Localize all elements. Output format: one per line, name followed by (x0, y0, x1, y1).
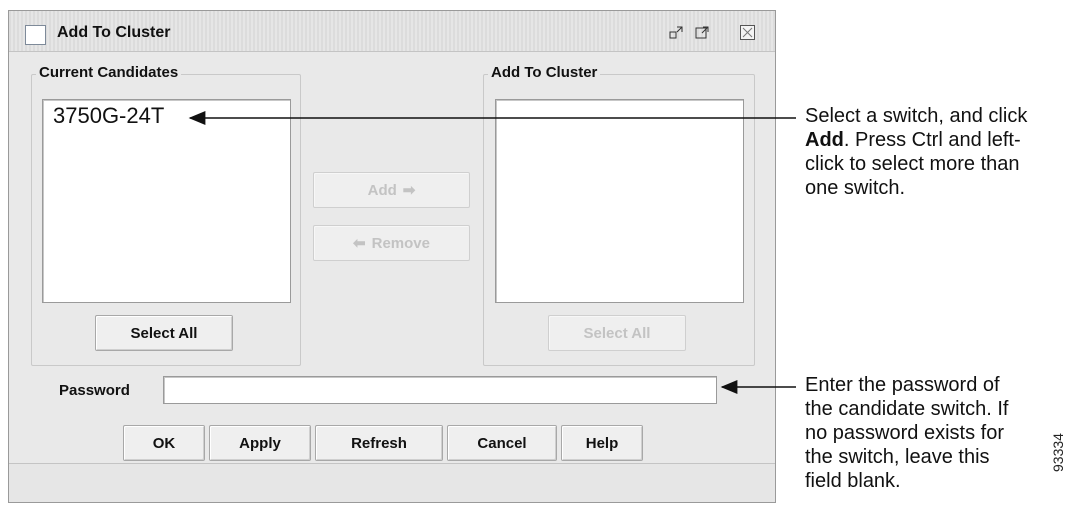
password-annotation: Enter the password of the candidate swit… (805, 373, 1080, 493)
password-annotation-line5: field blank. (805, 470, 901, 492)
figure-id: 93334 (1050, 433, 1066, 472)
select-annotation-line2: Add. Press Ctrl and left- (805, 128, 1080, 152)
password-annotation-line1: Enter the password of (805, 374, 1000, 396)
select-annotation-line1: Select a switch, and click (805, 105, 1028, 127)
select-annotation-line3: click to select more than (805, 153, 1020, 175)
password-annotation-line3: no password exists for (805, 422, 1004, 444)
select-annotation: Select a switch, and click Add. Press Ct… (805, 104, 1080, 200)
add-emphasis: Add (805, 129, 844, 151)
password-annotation-line2: the candidate switch. If (805, 398, 1009, 420)
select-annotation-line4: one switch. (805, 177, 906, 199)
password-annotation-line4: the switch, leave this (805, 446, 990, 468)
select-annotation-line2-rest: . Press Ctrl and left- (843, 129, 1021, 151)
